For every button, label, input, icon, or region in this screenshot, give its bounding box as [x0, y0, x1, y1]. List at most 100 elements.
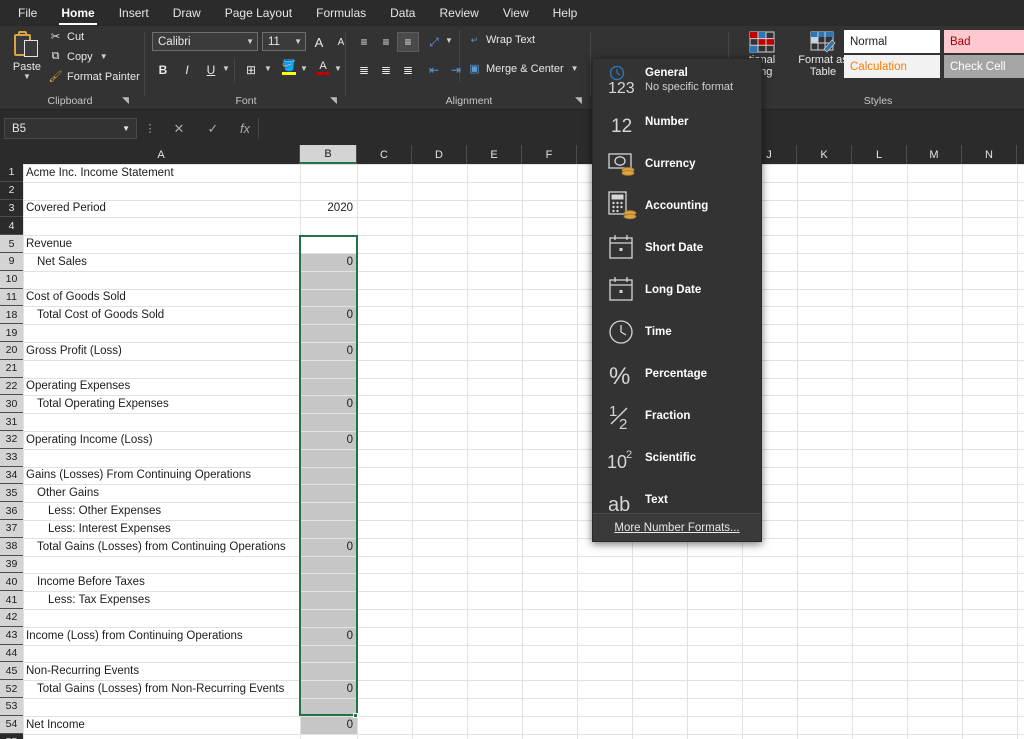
copy-chevron-down-icon[interactable]: ▼ [100, 52, 108, 61]
fill-color-chevron-down-icon[interactable]: ▼ [300, 64, 308, 73]
row-header-53[interactable]: 53 [0, 698, 23, 716]
column-header-M[interactable]: M [907, 145, 962, 164]
row-header-19[interactable]: 19 [0, 324, 23, 342]
number-format-item-fraction[interactable]: 12Fraction [593, 395, 761, 437]
row-header-41[interactable]: 41 [0, 591, 23, 609]
number-format-item-time[interactable]: Time [593, 311, 761, 353]
format-as-table-button[interactable]: Format as Table [796, 30, 850, 78]
cell-B9[interactable]: 0 [300, 253, 357, 271]
name-box[interactable]: B5 ▼ [4, 118, 137, 139]
increase-indent-button[interactable]: ⇥ [445, 60, 467, 80]
cell-B20[interactable]: 0 [300, 342, 357, 360]
wrap-text-button[interactable]: ↵ Wrap Text [467, 34, 535, 46]
row-header-37[interactable]: 37 [0, 520, 23, 538]
cell-A18[interactable]: Total Cost of Goods Sold [23, 306, 300, 324]
cell-B38[interactable]: 0 [300, 538, 357, 556]
column-header-F[interactable]: F [522, 145, 577, 164]
font-size-combo[interactable]: 11 ▼ [262, 32, 306, 51]
align-center-button[interactable]: ≣ [375, 60, 397, 80]
row-header-11[interactable]: 11 [0, 289, 23, 307]
row-header-42[interactable]: 42 [0, 609, 23, 627]
row-header-33[interactable]: 33 [0, 449, 23, 467]
ribbon-tab-file[interactable]: File [6, 2, 49, 25]
row-header-32[interactable]: 32 [0, 431, 23, 449]
more-number-formats-button[interactable]: More Number Formats... [593, 513, 761, 541]
cell-B54[interactable]: 0 [300, 716, 357, 734]
ribbon-tab-view[interactable]: View [491, 2, 541, 25]
ribbon-tab-formulas[interactable]: Formulas [304, 2, 378, 25]
copy-button[interactable]: ⧉ Copy ▼ [48, 50, 108, 63]
row-header-3[interactable]: 3 [0, 200, 23, 218]
ribbon-tab-insert[interactable]: Insert [107, 2, 161, 25]
ribbon-tab-home[interactable]: Home [49, 2, 106, 25]
chevron-down-icon[interactable]: ▼ [122, 124, 130, 133]
row-header-44[interactable]: 44 [0, 645, 23, 663]
row-header-40[interactable]: 40 [0, 573, 23, 591]
cell-B3[interactable]: 2020 [300, 200, 357, 218]
row-header-30[interactable]: 30 [0, 395, 23, 413]
cell-A3[interactable]: Covered Period [23, 200, 300, 218]
cell-A30[interactable]: Total Operating Expenses [23, 395, 300, 413]
underline-button[interactable]: U [200, 60, 222, 80]
cancel-entry-button[interactable]: ✕ [166, 118, 192, 139]
cell-A22[interactable]: Operating Expenses [23, 378, 300, 396]
ribbon-tab-page-layout[interactable]: Page Layout [213, 2, 304, 25]
font-color-button[interactable]: A [312, 58, 334, 78]
number-format-item-currency[interactable]: Currency [593, 143, 761, 185]
cell-style-normal[interactable]: Normal [844, 30, 940, 53]
cell-A45[interactable]: Non-Recurring Events [23, 662, 300, 680]
row-header-2[interactable]: 2 [0, 182, 23, 200]
align-bottom-button[interactable]: ≡ [397, 32, 419, 52]
cell-style-check-cell[interactable]: Check Cell [944, 55, 1024, 78]
number-format-item-short-date[interactable]: Short Date [593, 227, 761, 269]
align-right-button[interactable]: ≣ [397, 60, 419, 80]
bold-button[interactable]: B [152, 60, 174, 80]
align-top-button[interactable]: ≡ [353, 32, 375, 52]
cell-B30[interactable]: 0 [300, 395, 357, 413]
cell-A34[interactable]: Gains (Losses) From Continuing Operation… [23, 467, 300, 485]
cell-style-bad[interactable]: Bad [944, 30, 1024, 53]
alignment-dialog-launcher[interactable]: ◥ [575, 95, 582, 106]
cell-B43[interactable]: 0 [300, 627, 357, 645]
cell-A32[interactable]: Operating Income (Loss) [23, 431, 300, 449]
cell-A11[interactable]: Cost of Goods Sold [23, 289, 300, 307]
ribbon-tab-review[interactable]: Review [427, 2, 490, 25]
column-header-A[interactable]: A [23, 145, 300, 164]
align-middle-button[interactable]: ≡ [375, 32, 397, 52]
italic-button[interactable]: I [176, 60, 198, 80]
row-header-52[interactable]: 52 [0, 680, 23, 698]
column-header-N[interactable]: N [962, 145, 1017, 164]
number-format-item-scientific[interactable]: 102Scientific [593, 437, 761, 479]
column-header-L[interactable]: L [852, 145, 907, 164]
font-name-combo[interactable]: Calibri ▼ [152, 32, 258, 51]
row-header-54[interactable]: 54 [0, 716, 23, 734]
cell-B18[interactable]: 0 [300, 306, 357, 324]
number-format-item-general[interactable]: 123GeneralNo specific format [593, 59, 761, 101]
row-header-39[interactable]: 39 [0, 556, 23, 574]
cell-A40[interactable]: Income Before Taxes [23, 573, 300, 591]
row-header-31[interactable]: 31 [0, 413, 23, 431]
orientation-button[interactable]: ⤢ [423, 32, 445, 52]
cell-A37[interactable]: Less: Interest Expenses [23, 520, 300, 538]
font-color-chevron-down-icon[interactable]: ▼ [334, 64, 342, 73]
decrease-indent-button[interactable]: ⇤ [423, 60, 445, 80]
paste-button[interactable]: Paste ▼ [6, 29, 48, 91]
number-format-item-accounting[interactable]: Accounting [593, 185, 761, 227]
cell-A35[interactable]: Other Gains [23, 484, 300, 502]
chevron-down-icon[interactable]: ▼ [294, 37, 302, 46]
ribbon-tab-data[interactable]: Data [378, 2, 427, 25]
cell-A9[interactable]: Net Sales [23, 253, 300, 271]
underline-chevron-down-icon[interactable]: ▼ [222, 64, 230, 73]
row-header-1[interactable]: 1 [0, 164, 23, 182]
row-header-21[interactable]: 21 [0, 360, 23, 378]
number-format-item-percentage[interactable]: %Percentage [593, 353, 761, 395]
confirm-entry-button[interactable]: ✓ [200, 118, 226, 139]
ribbon-tab-help[interactable]: Help [541, 2, 590, 25]
align-left-button[interactable]: ≣ [353, 60, 375, 80]
row-header-43[interactable]: 43 [0, 627, 23, 645]
formula-bar-more-icon[interactable]: ⋮ [140, 118, 160, 139]
column-header-C[interactable]: C [357, 145, 412, 164]
cut-button[interactable]: ✂ Cut [48, 30, 84, 43]
fill-color-button[interactable]: 🪣 [278, 58, 300, 78]
number-format-item-number[interactable]: 12Number [593, 101, 761, 143]
